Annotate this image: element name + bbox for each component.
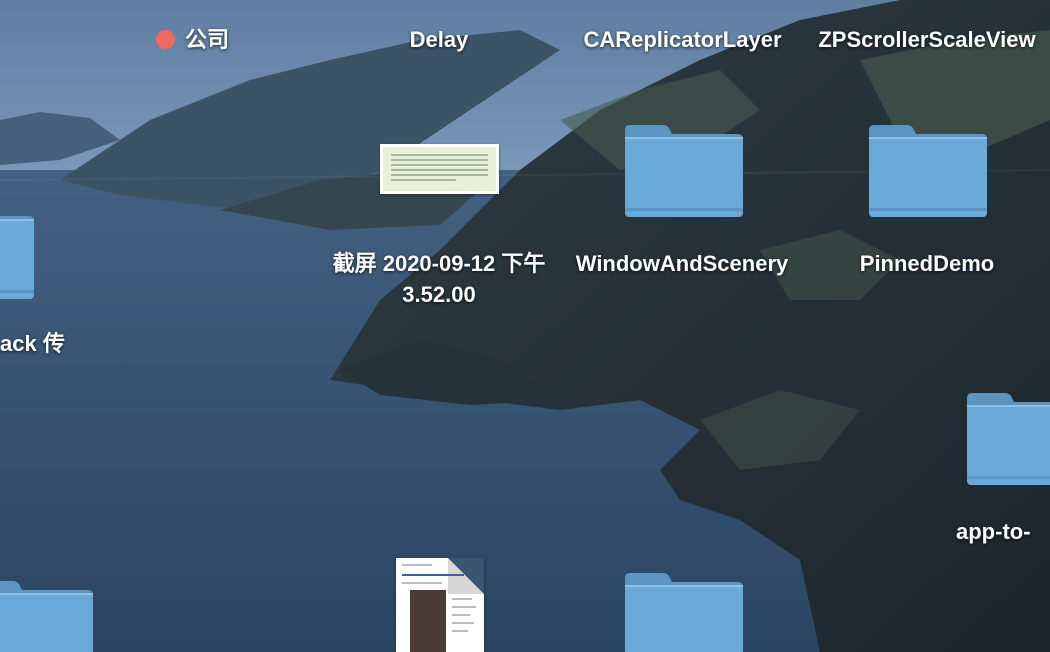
screenshot-thumbnail-icon[interactable]	[380, 144, 499, 194]
folder-icon[interactable]	[0, 578, 93, 652]
desktop-item-delay[interactable]: Delay	[359, 24, 519, 55]
document-thumbnail-icon[interactable]	[396, 558, 484, 652]
item-label: 截屏 2020-09-12 下午 3.52.00	[332, 251, 546, 307]
item-label: CAReplicatorLayer	[583, 27, 782, 52]
item-label: ZPScrollerScaleView	[818, 27, 1036, 52]
item-label: WindowAndScenery	[575, 251, 789, 276]
desktop: 公司 Delay CAReplicatorLayer ZPScrollerSca…	[0, 0, 1050, 652]
item-label: ack 传	[0, 331, 65, 356]
desktop-item-screenshot[interactable]: 截屏 2020-09-12 下午 3.52.00	[321, 248, 557, 310]
desktop-item-app-to[interactable]: app-to-	[956, 516, 1031, 547]
desktop-item-zpscrollerscaleview[interactable]: ZPScrollerScaleView	[810, 24, 1044, 55]
item-label: 公司	[185, 27, 230, 52]
desktop-item-windowandscenery[interactable]: WindowAndScenery	[564, 248, 800, 279]
item-label: Delay	[409, 27, 469, 52]
item-label: PinnedDemo	[859, 251, 995, 276]
folder-icon[interactable]	[0, 204, 34, 299]
folder-icon[interactable]	[625, 122, 743, 217]
item-label: app-to-	[956, 519, 1031, 544]
wallpaper	[0, 0, 1050, 652]
desktop-item-ack[interactable]: ack 传	[0, 328, 65, 359]
desktop-item-careplicatorlayer[interactable]: CAReplicatorLayer	[565, 24, 800, 55]
desktop-item-pinneddemo[interactable]: PinnedDemo	[810, 248, 1044, 279]
folder-icon[interactable]	[869, 122, 987, 217]
folder-icon[interactable]	[967, 390, 1050, 485]
red-tag-icon	[156, 30, 175, 49]
desktop-item-company[interactable]: 公司	[156, 24, 229, 55]
folder-icon[interactable]	[625, 570, 743, 652]
